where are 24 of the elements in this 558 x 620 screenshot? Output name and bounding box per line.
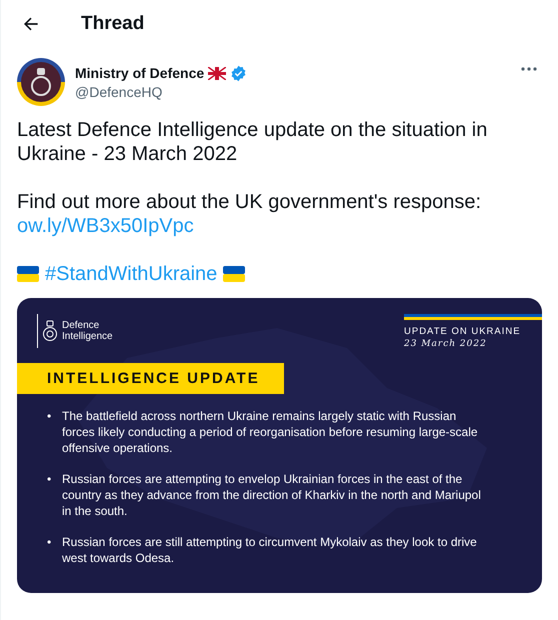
infographic-card[interactable] (17, 298, 542, 593)
author-handle: @DefenceHQ (75, 84, 164, 100)
bullet-marker: • (47, 534, 52, 551)
ukraine-stripe-icon (404, 314, 542, 320)
update-date: 23 March 2022 (404, 339, 488, 349)
tweet-text: Find out more about the UK government's response: (17, 190, 482, 214)
logo-text: Defence Intelligence (62, 320, 113, 342)
bullet-marker: • (47, 408, 52, 425)
tweet-text: Latest Defence Intelligence update on the situation in Ukraine - 23 March 2022 (17, 118, 488, 166)
ukraine-flag-icon (17, 266, 39, 282)
bullet-text: Russian forces are attempting to envelop Ukrainian forces in the east of the country as they advance from the direction of Kharkiv in the north and Mariupol in the south. (62, 471, 482, 519)
intelligence-banner: INTELLIGENCE UPDATE (17, 363, 284, 394)
author-name[interactable]: Ministry of Defence (75, 65, 204, 81)
bullet-text: Russian forces are still attempting to circumvent Mykolaiv as they look to drive west towards Odesa. (62, 534, 478, 566)
hashtag-link[interactable]: #StandWithUkraine (45, 262, 218, 286)
crest-icon (42, 320, 58, 342)
bullet-marker: • (47, 471, 52, 488)
update-label: UPDATE ON UKRAINE (404, 326, 522, 337)
avatar-icon[interactable] (17, 58, 65, 106)
tweet-link[interactable]: ow.ly/WB3x50IpVpc (17, 215, 194, 237)
bullet-text: The battlefield across northern Ukraine remains largely static with Russian forces likely conducting a period of reorganisation before resuming large-scale offensive operations. (62, 408, 479, 456)
union-flag-icon (208, 66, 226, 80)
ukraine-flag-icon (223, 266, 246, 282)
page-title: Thread (81, 13, 144, 35)
